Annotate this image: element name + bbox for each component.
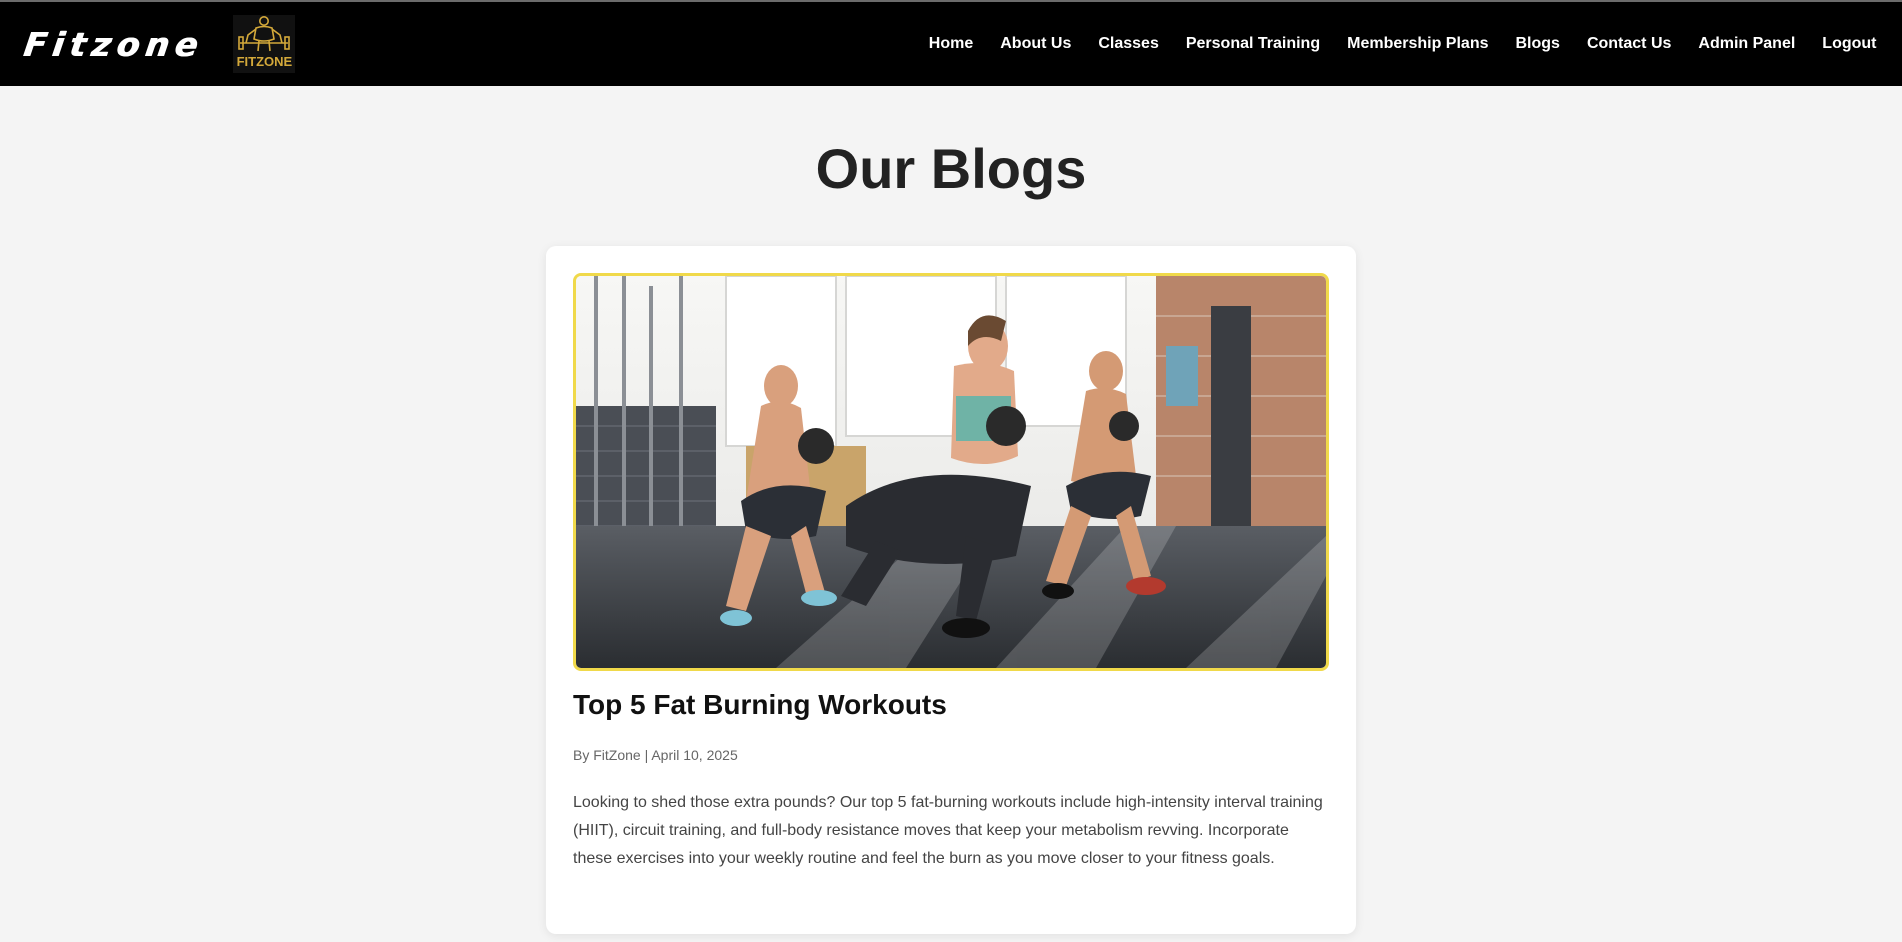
page-title: Our Blogs bbox=[815, 137, 1087, 200]
blog-post-card: Top 5 Fat Burning Workouts By FitZone | … bbox=[546, 246, 1356, 934]
nav-home[interactable]: Home bbox=[929, 35, 973, 53]
gym-kettlebell-squat-photo bbox=[576, 276, 1326, 668]
blog-post-meta: By FitZone | April 10, 2025 bbox=[573, 747, 738, 763]
nav-logout[interactable]: Logout bbox=[1822, 35, 1876, 53]
nav-admin-panel[interactable]: Admin Panel bbox=[1698, 35, 1795, 53]
nav-membership-plans[interactable]: Membership Plans bbox=[1347, 35, 1488, 53]
nav-personal-training[interactable]: Personal Training bbox=[1186, 35, 1320, 53]
nav-about-us[interactable]: About Us bbox=[1000, 35, 1071, 53]
brand[interactable]: Fitzone FITZONE bbox=[21, 15, 296, 73]
main-content: Our Blogs Top 5 Fat Burning Workouts By … bbox=[0, 86, 1902, 942]
nav-blogs[interactable]: Blogs bbox=[1515, 35, 1559, 53]
site-header: Fitzone FITZONE Home About Us Classes Pe… bbox=[0, 2, 1902, 86]
brand-logo[interactable]: FITZONE bbox=[233, 15, 296, 73]
blog-post-excerpt: Looking to shed those extra pounds? Our … bbox=[573, 794, 1323, 867]
brand-wordmark[interactable]: Fitzone bbox=[21, 25, 206, 64]
blog-post-image[interactable] bbox=[573, 273, 1329, 671]
blog-post-title[interactable]: Top 5 Fat Burning Workouts bbox=[573, 689, 1329, 721]
bodybuilder-barbell-icon bbox=[238, 16, 291, 52]
logo-text: FITZONE bbox=[236, 54, 293, 69]
main-nav: Home About Us Classes Personal Training … bbox=[915, 35, 1890, 53]
nav-classes[interactable]: Classes bbox=[1098, 35, 1159, 53]
nav-contact-us[interactable]: Contact Us bbox=[1587, 35, 1671, 53]
